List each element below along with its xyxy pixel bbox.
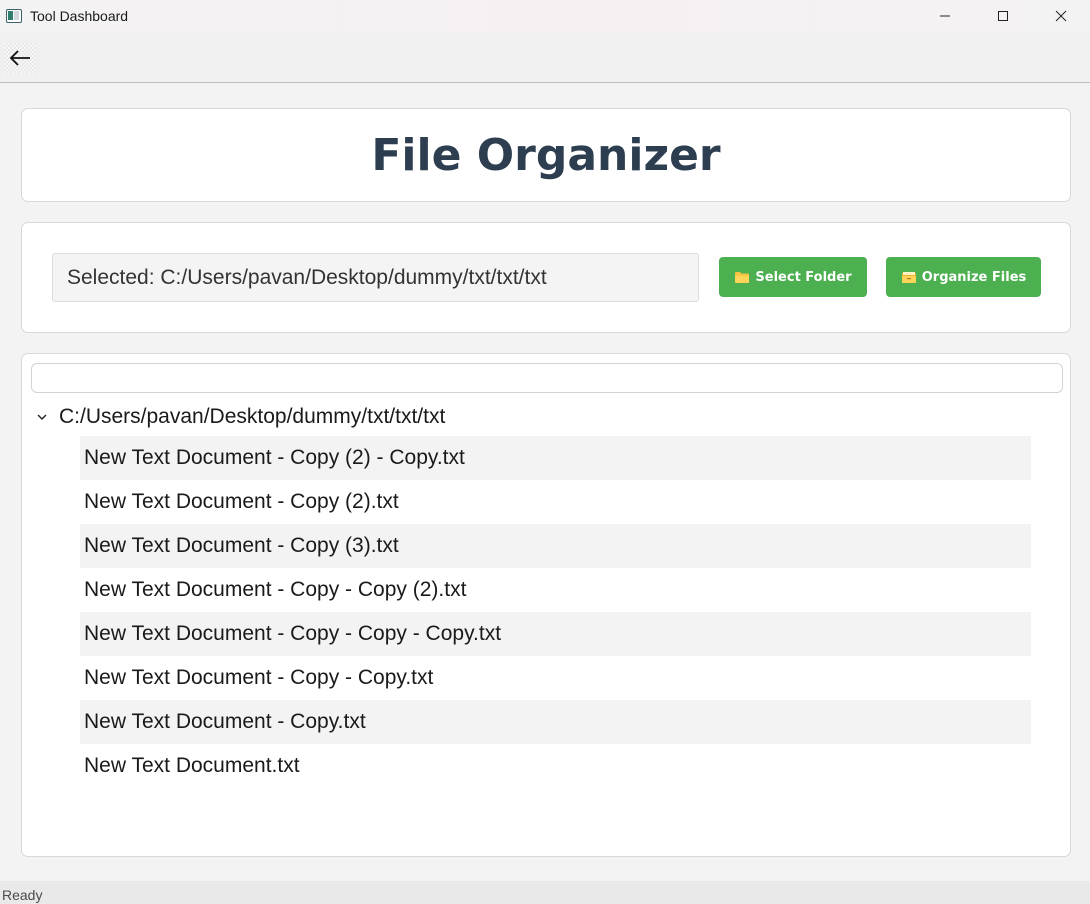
window-title: Tool Dashboard (30, 8, 129, 24)
window-titlebar: Tool Dashboard (0, 0, 1090, 32)
file-item[interactable]: New Text Document - Copy.txt (80, 700, 1031, 744)
minimize-icon (940, 15, 950, 17)
maximize-button[interactable] (974, 0, 1032, 32)
organize-files-label: Organize Files (921, 269, 1027, 285)
close-button[interactable] (1032, 0, 1090, 32)
chevron-down-icon[interactable] (22, 398, 62, 436)
main-content: File Organizer Selected: C:/Users/pavan/… (0, 83, 1090, 881)
file-item[interactable]: New Text Document - Copy - Copy (2).txt (80, 568, 1031, 612)
window-controls (916, 0, 1090, 32)
file-item[interactable]: New Text Document.txt (80, 744, 1031, 788)
status-text: Ready (2, 887, 43, 903)
controls-card: Selected: C:/Users/pavan/Desktop/dummy/t… (21, 222, 1071, 333)
file-item[interactable]: New Text Document - Copy (3).txt (80, 524, 1031, 568)
file-item[interactable]: New Text Document - Copy (2) - Copy.txt (80, 436, 1031, 480)
header-card: File Organizer (21, 108, 1071, 202)
tree-root-label: C:/Users/pavan/Desktop/dummy/txt/txt/txt (59, 405, 446, 428)
tree-root-node[interactable]: C:/Users/pavan/Desktop/dummy/txt/txt/txt (22, 398, 1062, 436)
arrow-left-icon (9, 50, 30, 66)
status-bar: Ready (0, 881, 1090, 904)
selected-path-display: Selected: C:/Users/pavan/Desktop/dummy/t… (52, 253, 699, 302)
close-icon (1055, 10, 1067, 22)
file-list: New Text Document - Copy (2) - Copy.txt … (80, 436, 1031, 788)
maximize-icon (998, 11, 1008, 21)
file-item[interactable]: New Text Document - Copy - Copy - Copy.t… (80, 612, 1031, 656)
minimize-button[interactable] (916, 0, 974, 32)
folder-icon (734, 271, 750, 284)
file-item[interactable]: New Text Document - Copy (2).txt (80, 480, 1031, 524)
tree-filter-input[interactable] (31, 363, 1063, 393)
select-folder-button[interactable]: Select Folder (719, 257, 867, 297)
select-folder-label: Select Folder (755, 269, 852, 285)
file-tree-card: C:/Users/pavan/Desktop/dummy/txt/txt/txt… (21, 353, 1071, 857)
toolbar (0, 32, 1090, 83)
app-window-icon (6, 9, 22, 23)
page-title: File Organizer (371, 129, 721, 181)
back-button[interactable] (4, 43, 36, 73)
organize-files-button[interactable]: Organize Files (886, 257, 1041, 297)
card-index-dividers-icon (901, 271, 917, 284)
file-item[interactable]: New Text Document - Copy - Copy.txt (80, 656, 1031, 700)
